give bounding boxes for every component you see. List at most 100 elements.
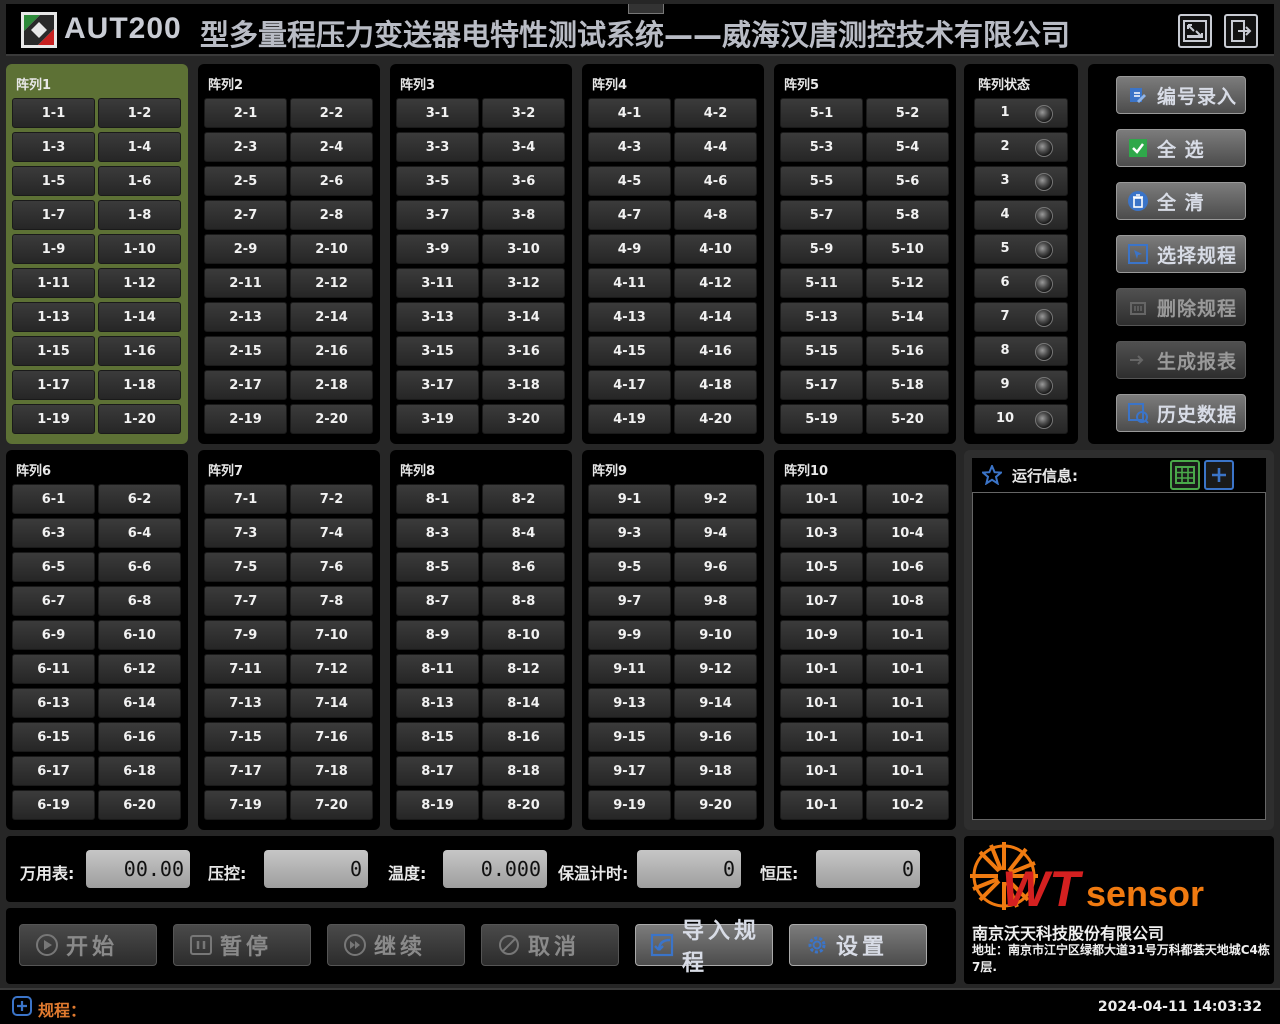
array-cell-button[interactable]: 7-1: [204, 484, 287, 514]
array-cell-button[interactable]: 2-10: [290, 234, 373, 264]
array-cell-button[interactable]: 1-18: [98, 370, 181, 400]
array-cell-button[interactable]: 2-17: [204, 370, 287, 400]
array-cell-button[interactable]: 7-14: [290, 688, 373, 718]
array-cell-button[interactable]: 9-10: [674, 620, 757, 650]
array-cell-button[interactable]: 1-7: [12, 200, 95, 230]
array-cell-button[interactable]: 3-19: [396, 404, 479, 434]
array-cell-button[interactable]: 8-1: [396, 484, 479, 514]
array-cell-button[interactable]: 8-15: [396, 722, 479, 752]
array-cell-button[interactable]: 5-8: [866, 200, 949, 230]
array-cell-button[interactable]: 2-16: [290, 336, 373, 366]
array-cell-button[interactable]: 1-11: [12, 268, 95, 298]
array-cell-button[interactable]: 5-9: [780, 234, 863, 264]
array-cell-button[interactable]: 3-6: [482, 166, 565, 196]
array-cell-button[interactable]: 6-19: [12, 790, 95, 820]
array-cell-button[interactable]: 5-11: [780, 268, 863, 298]
procedure-add-icon[interactable]: [12, 996, 32, 1016]
array-cell-button[interactable]: 1-17: [12, 370, 95, 400]
array-cell-button[interactable]: 5-14: [866, 302, 949, 332]
array-cell-button[interactable]: 8-19: [396, 790, 479, 820]
array-cell-button[interactable]: 10-8: [866, 586, 949, 616]
array-cell-button[interactable]: 2-2: [290, 98, 373, 128]
array-cell-button[interactable]: 6-20: [98, 790, 181, 820]
array-cell-button[interactable]: 9-11: [588, 654, 671, 684]
array-cell-button[interactable]: 3-1: [396, 98, 479, 128]
array-cell-button[interactable]: 9-20: [674, 790, 757, 820]
array-cell-button[interactable]: 2-3: [204, 132, 287, 162]
array-cell-button[interactable]: 7-7: [204, 586, 287, 616]
array-cell-button[interactable]: 6-18: [98, 756, 181, 786]
array-cell-button[interactable]: 9-6: [674, 552, 757, 582]
array-cell-button[interactable]: 1-9: [12, 234, 95, 264]
array-cell-button[interactable]: 6-6: [98, 552, 181, 582]
array-cell-button[interactable]: 3-12: [482, 268, 565, 298]
array-cell-button[interactable]: 5-18: [866, 370, 949, 400]
add-info-button[interactable]: [1204, 460, 1234, 490]
array-cell-button[interactable]: 2-4: [290, 132, 373, 162]
array-cell-button[interactable]: 4-15: [588, 336, 671, 366]
array-cell-button[interactable]: 7-12: [290, 654, 373, 684]
array-cell-button[interactable]: 2-19: [204, 404, 287, 434]
array-cell-button[interactable]: 7-8: [290, 586, 373, 616]
array-cell-button[interactable]: 5-19: [780, 404, 863, 434]
array-cell-button[interactable]: 9-13: [588, 688, 671, 718]
array-cell-button[interactable]: 4-13: [588, 302, 671, 332]
array-cell-button[interactable]: 7-2: [290, 484, 373, 514]
array-cell-button[interactable]: 2-11: [204, 268, 287, 298]
control-button[interactable]: 设置: [789, 924, 927, 966]
array-cell-button[interactable]: 6-17: [12, 756, 95, 786]
action-button[interactable]: 全 清: [1116, 182, 1246, 220]
array-cell-button[interactable]: 3-3: [396, 132, 479, 162]
array-cell-button[interactable]: 6-13: [12, 688, 95, 718]
array-cell-button[interactable]: 5-16: [866, 336, 949, 366]
exit-button[interactable]: [1224, 14, 1258, 48]
array-cell-button[interactable]: 3-13: [396, 302, 479, 332]
array-cell-button[interactable]: 10-1: [780, 688, 863, 718]
array-cell-button[interactable]: 5-7: [780, 200, 863, 230]
array-cell-button[interactable]: 8-9: [396, 620, 479, 650]
array-cell-button[interactable]: 5-4: [866, 132, 949, 162]
array-cell-button[interactable]: 4-16: [674, 336, 757, 366]
array-cell-button[interactable]: 4-5: [588, 166, 671, 196]
array-cell-button[interactable]: 8-17: [396, 756, 479, 786]
array-cell-button[interactable]: 7-5: [204, 552, 287, 582]
array-cell-button[interactable]: 8-12: [482, 654, 565, 684]
array-cell-button[interactable]: 3-7: [396, 200, 479, 230]
control-button[interactable]: 取消: [481, 924, 619, 966]
array-cell-button[interactable]: 1-12: [98, 268, 181, 298]
array-cell-button[interactable]: 9-5: [588, 552, 671, 582]
array-cell-button[interactable]: 4-4: [674, 132, 757, 162]
array-cell-button[interactable]: 10-1: [866, 620, 949, 650]
array-cell-button[interactable]: 5-1: [780, 98, 863, 128]
control-button[interactable]: 导入规程: [635, 919, 773, 976]
array-cell-button[interactable]: 1-15: [12, 336, 95, 366]
array-cell-button[interactable]: 6-9: [12, 620, 95, 650]
array-cell-button[interactable]: 1-6: [98, 166, 181, 196]
array-cell-button[interactable]: 2-15: [204, 336, 287, 366]
array-cell-button[interactable]: 1-3: [12, 132, 95, 162]
array-cell-button[interactable]: 8-10: [482, 620, 565, 650]
array-cell-button[interactable]: 10-7: [780, 586, 863, 616]
action-button[interactable]: 历史数据: [1116, 394, 1246, 432]
array-cell-button[interactable]: 5-15: [780, 336, 863, 366]
array-cell-button[interactable]: 5-10: [866, 234, 949, 264]
array-cell-button[interactable]: 8-20: [482, 790, 565, 820]
array-cell-button[interactable]: 4-3: [588, 132, 671, 162]
array-cell-button[interactable]: 4-14: [674, 302, 757, 332]
array-cell-button[interactable]: 9-7: [588, 586, 671, 616]
array-cell-button[interactable]: 2-13: [204, 302, 287, 332]
array-cell-button[interactable]: 4-10: [674, 234, 757, 264]
array-cell-button[interactable]: 4-9: [588, 234, 671, 264]
array-cell-button[interactable]: 3-5: [396, 166, 479, 196]
fullscreen-button[interactable]: [1178, 14, 1212, 48]
array-cell-button[interactable]: 2-14: [290, 302, 373, 332]
action-button[interactable]: 删除规程: [1116, 288, 1246, 326]
array-cell-button[interactable]: 5-2: [866, 98, 949, 128]
array-cell-button[interactable]: 1-1: [12, 98, 95, 128]
array-cell-button[interactable]: 2-20: [290, 404, 373, 434]
array-cell-button[interactable]: 5-13: [780, 302, 863, 332]
array-cell-button[interactable]: 1-19: [12, 404, 95, 434]
array-cell-button[interactable]: 10-2: [866, 790, 949, 820]
array-cell-button[interactable]: 9-9: [588, 620, 671, 650]
array-cell-button[interactable]: 1-5: [12, 166, 95, 196]
